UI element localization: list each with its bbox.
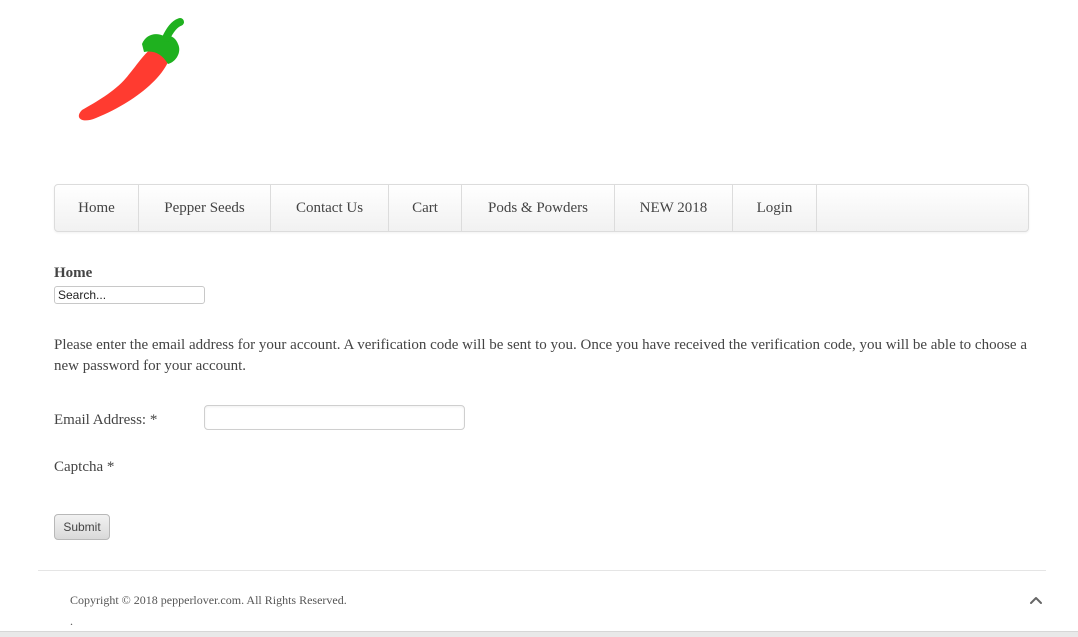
email-label: Email Address: *: [54, 412, 158, 428]
breadcrumb: Home: [54, 265, 93, 281]
nav-item-contact-us[interactable]: Contact Us: [271, 185, 389, 231]
chevron-up-icon[interactable]: [1028, 593, 1044, 607]
nav-item-label: Pepper Seeds: [164, 199, 245, 216]
window-bottom-edge: [0, 631, 1078, 637]
nav-item-login[interactable]: Login: [733, 185, 817, 231]
chili-pepper-icon[interactable]: [70, 14, 190, 126]
nav-item-home[interactable]: Home: [55, 185, 139, 231]
search-input[interactable]: [54, 286, 205, 304]
captcha-label: Captcha *: [54, 459, 115, 475]
nav-item-new-2018[interactable]: NEW 2018: [615, 185, 733, 231]
nav-item-cart[interactable]: Cart: [389, 185, 462, 231]
nav-item-label: Contact Us: [295, 199, 364, 216]
nav-item-label: Pods & Powders: [487, 199, 588, 216]
footer-divider: [38, 570, 1046, 571]
instructions-text: Please enter the email address for your …: [54, 337, 1027, 374]
submit-button[interactable]: Submit: [54, 514, 110, 540]
footer-dot: .: [70, 614, 73, 628]
nav-item-pods-powders[interactable]: Pods & Powders: [462, 185, 615, 231]
nav-item-label: NEW 2018: [639, 199, 708, 216]
nav-item-pepper-seeds[interactable]: Pepper Seeds: [139, 185, 271, 231]
copyright-text: Copyright © 2018 pepperlover.com. All Ri…: [70, 593, 347, 607]
main-nav: Home Pepper Seeds Contact Us Cart Pods &…: [54, 184, 1029, 232]
nav-item-label: Login: [756, 199, 793, 216]
nav-item-label: Home: [78, 199, 115, 216]
email-field[interactable]: [204, 405, 465, 430]
nav-item-label: Cart: [412, 199, 438, 216]
